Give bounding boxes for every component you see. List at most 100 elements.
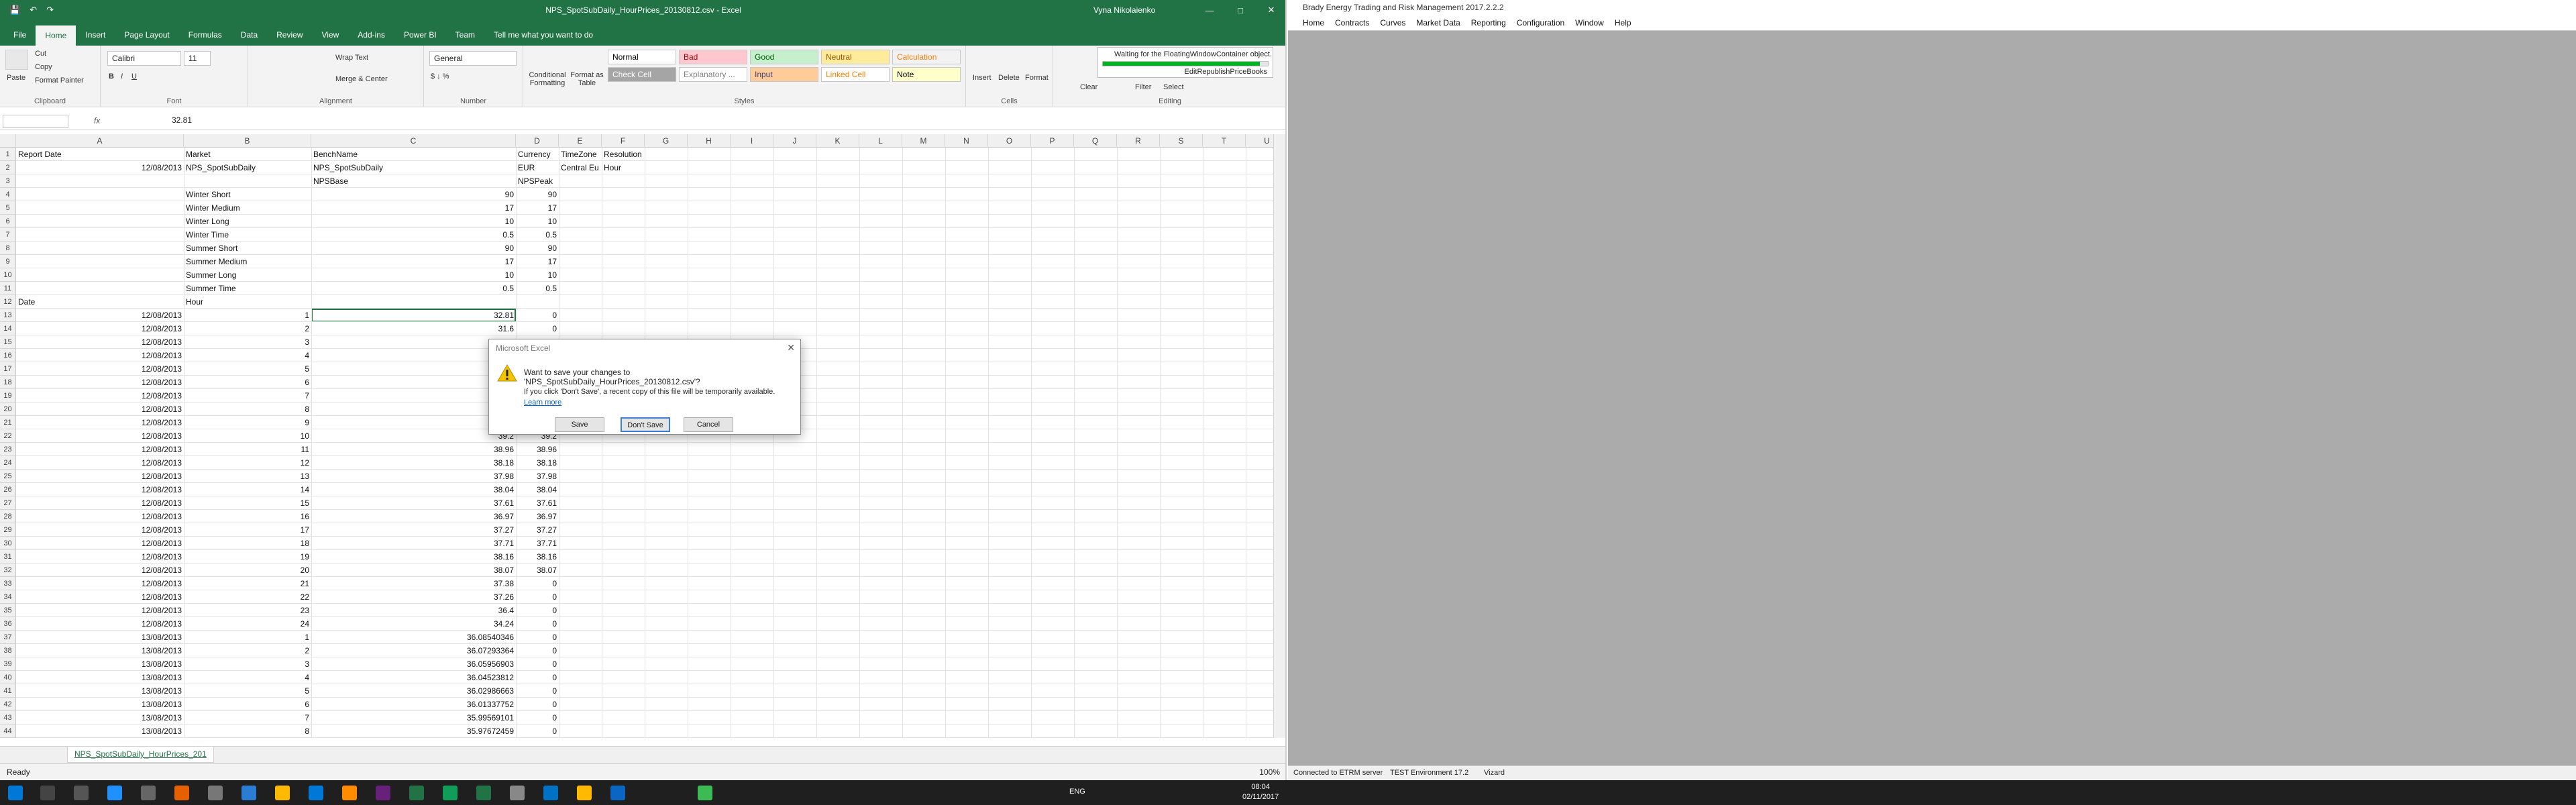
column-header[interactable]: A (16, 134, 184, 148)
row-header[interactable]: 19 (0, 389, 16, 402)
cell[interactable]: 12/08/2013 (16, 577, 184, 590)
row-header[interactable]: 5 (0, 201, 16, 215)
cell[interactable]: 17 (516, 201, 559, 215)
row-header[interactable]: 10 (0, 268, 16, 282)
cell[interactable]: 17 (311, 201, 516, 215)
cell[interactable]: 0 (516, 724, 559, 738)
cell[interactable]: 0 (516, 671, 559, 684)
tab-home[interactable]: Home (36, 25, 76, 46)
cell[interactable]: 12/08/2013 (16, 510, 184, 523)
column-header[interactable]: P (1031, 134, 1074, 148)
app-icon[interactable] (309, 786, 323, 800)
cell[interactable]: 37.98 (516, 470, 559, 483)
filter-button[interactable]: Filter (1135, 83, 1151, 91)
cell[interactable]: 10 (184, 429, 311, 443)
cell[interactable]: 3 (184, 335, 311, 349)
cell[interactable]: 13/08/2013 (16, 657, 184, 671)
row-header[interactable]: 37 (0, 631, 16, 644)
cell[interactable]: 38.16 (311, 550, 516, 564)
delete-cells-button[interactable]: Delete (998, 74, 1020, 82)
close-icon[interactable]: ✕ (1256, 0, 1285, 20)
cell[interactable]: 12/08/2013 (16, 443, 184, 456)
cell[interactable]: 13/08/2013 (16, 698, 184, 711)
cell[interactable]: TimeZone (559, 148, 602, 161)
cut-button[interactable]: Cut (35, 50, 46, 58)
cell[interactable]: 34.24 (311, 617, 516, 631)
cell[interactable]: 12/08/2013 (16, 483, 184, 496)
cell[interactable]: 38.04 (311, 483, 516, 496)
cell[interactable]: 90 (311, 188, 516, 201)
conditional-formatting-button[interactable]: Conditional Formatting (527, 71, 568, 87)
wrap-text-button[interactable]: Wrap Text (335, 54, 368, 62)
cell[interactable]: 13 (184, 470, 311, 483)
row-header[interactable]: 7 (0, 228, 16, 241)
cell[interactable]: 32.81 (311, 309, 516, 322)
cell[interactable]: 36.02986663 (311, 684, 516, 698)
firefox-icon[interactable] (174, 786, 189, 800)
outlook-icon[interactable] (241, 786, 256, 800)
cell[interactable]: 10 (516, 215, 559, 228)
row-header[interactable]: 26 (0, 483, 16, 496)
cell[interactable]: 17 (311, 255, 516, 268)
cell[interactable]: 35.99569101 (311, 711, 516, 724)
cell[interactable]: 31.6 (311, 322, 516, 335)
cell[interactable]: 36.4 (311, 604, 516, 617)
cell[interactable]: 13/08/2013 (16, 644, 184, 657)
column-header[interactable]: C (311, 134, 516, 148)
cell[interactable]: Date (16, 295, 184, 309)
cell[interactable]: 5 (184, 362, 311, 376)
cell[interactable]: 11 (184, 443, 311, 456)
sheet-tab[interactable]: NPS_SpotSubDaily_HourPrices_201 (67, 747, 214, 763)
cell[interactable]: EUR (516, 161, 559, 174)
column-header[interactable]: G (645, 134, 688, 148)
row-header[interactable]: 9 (0, 255, 16, 268)
clear-button[interactable]: Clear (1080, 83, 1097, 91)
cell[interactable]: BenchName (311, 148, 516, 161)
search-icon[interactable] (40, 786, 55, 800)
row-header[interactable]: 41 (0, 684, 16, 698)
tab-power-bi[interactable]: Power BI (394, 24, 446, 46)
column-header[interactable]: S (1160, 134, 1203, 148)
cell[interactable]: 0 (516, 617, 559, 631)
cell[interactable]: Winter Long (184, 215, 311, 228)
column-header[interactable]: H (688, 134, 731, 148)
cell[interactable]: 38.18 (311, 456, 516, 470)
row-header[interactable]: 13 (0, 309, 16, 322)
cell[interactable]: 36.07293364 (311, 644, 516, 657)
cell[interactable]: Currency (516, 148, 559, 161)
cell[interactable]: 17 (516, 255, 559, 268)
row-header[interactable]: 43 (0, 711, 16, 724)
row-header[interactable]: 21 (0, 416, 16, 429)
cell[interactable]: 90 (516, 241, 559, 255)
etrm-icon[interactable] (698, 786, 712, 800)
column-header[interactable]: N (945, 134, 988, 148)
style-input[interactable]: Input (750, 67, 818, 82)
cell[interactable]: 36.01337752 (311, 698, 516, 711)
menu-home[interactable]: Home (1297, 15, 1330, 30)
explorer-icon[interactable] (275, 786, 290, 800)
style-good[interactable]: Good (750, 50, 818, 64)
cell[interactable]: Central Eu (559, 161, 602, 174)
cell[interactable]: 12/08/2013 (16, 376, 184, 389)
worksheet-grid[interactable]: ABCDEFGHIJKLMNOPQRSTU 1 2 3 4 5 6 7 8 9 10 11 12 13 1… (0, 134, 1285, 738)
cell[interactable]: 13/08/2013 (16, 684, 184, 698)
style-calculation[interactable]: Calculation (892, 50, 961, 64)
style-explanatory[interactable]: Explanatory ... (679, 67, 747, 82)
cell[interactable]: 0 (516, 657, 559, 671)
cell[interactable]: 18 (184, 537, 311, 550)
row-header[interactable]: 15 (0, 335, 16, 349)
row-header[interactable]: 38 (0, 644, 16, 657)
column-header[interactable]: T (1203, 134, 1246, 148)
cell[interactable]: 14 (184, 483, 311, 496)
row-header[interactable]: 14 (0, 322, 16, 335)
cell[interactable]: 37.61 (311, 496, 516, 510)
menu-window[interactable]: Window (1570, 15, 1609, 30)
cell[interactable]: 12/08/2013 (16, 389, 184, 402)
cell[interactable]: 0 (516, 309, 559, 322)
select-button[interactable]: Select (1163, 83, 1184, 91)
cell[interactable]: 0 (516, 604, 559, 617)
column-header[interactable]: E (559, 134, 602, 148)
style-bad[interactable]: Bad (679, 50, 747, 64)
cell[interactable]: 0 (516, 577, 559, 590)
cell[interactable]: 37.26 (311, 590, 516, 604)
